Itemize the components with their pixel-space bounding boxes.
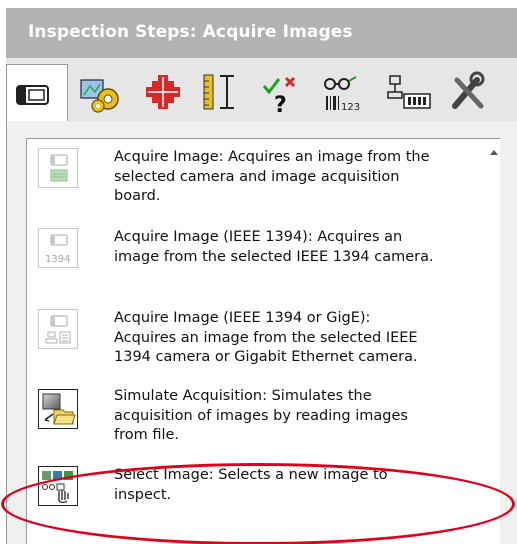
- locate-crosshair-icon: [146, 75, 180, 109]
- list-item-acquire-image[interactable]: Acquire Image: Acquires an image from th…: [38, 148, 478, 208]
- tab-measure-features[interactable]: [198, 68, 248, 118]
- step-description-line: board.: [114, 188, 161, 204]
- step-description-line: Simulate Acquisition: Simulates the: [114, 388, 372, 404]
- acquire-1394-icon: 1394: [38, 228, 78, 268]
- step-description-line: image from the selected IEEE 1394 camera…: [114, 248, 434, 265]
- acquire-gige-icon: [38, 309, 78, 349]
- icon-label-1394: 1394: [45, 254, 71, 265]
- step-description-line: selected camera and image acquisition: [114, 168, 400, 185]
- communicate-io-icon: [387, 75, 431, 109]
- identify-barcode-icon: 123: [324, 76, 360, 113]
- scroll-up-arrow[interactable]: [490, 150, 498, 155]
- step-description: Simulate Acquisition: Simulates the acqu…: [114, 387, 486, 446]
- step-description-line: 1394 camera or Gigabit Ethernet camera.: [114, 349, 418, 365]
- tools-icon: [452, 71, 485, 109]
- steps-list-scrollbar[interactable]: [484, 139, 500, 544]
- list-item-acquire-image-ieee-1394[interactable]: 1394 Acquire Image (IEEE 1394): Acquires…: [38, 228, 478, 288]
- tab-locate-features[interactable]: [138, 68, 188, 118]
- step-description-line: Acquire Image: Acquires an image from th…: [114, 149, 430, 165]
- svg-text:?: ?: [274, 93, 287, 118]
- svg-text:123: 123: [341, 102, 360, 113]
- step-description: Acquire Image (IEEE 1394): Acquires an i…: [114, 228, 486, 267]
- camera-icon: [16, 85, 49, 105]
- check-pass-fail-icon: ?: [262, 76, 296, 118]
- simulate-folder-icon: [38, 389, 78, 429]
- tab-identify-parts[interactable]: 123: [318, 68, 374, 118]
- highlight-ellipse: [1, 463, 515, 544]
- tab-acquire-images[interactable]: [6, 64, 68, 122]
- tab-process-images[interactable]: [78, 68, 128, 118]
- tab-use-additional-tools[interactable]: [384, 68, 438, 118]
- step-description: Acquire Image (IEEE 1394 or GigE): Acqui…: [114, 309, 486, 368]
- step-description-line: Acquire Image (IEEE 1394 or GigE):: [114, 310, 371, 326]
- step-description: Acquire Image: Acquires an image from th…: [114, 148, 486, 207]
- inspection-steps-palette: Inspection Steps: Acquire Images ? 123 A…: [0, 0, 517, 544]
- measure-ruler-icon: [203, 74, 234, 110]
- list-item-simulate-acquisition[interactable]: Simulate Acquisition: Simulates the acqu…: [38, 387, 478, 449]
- list-item-acquire-image-ieee-1394-or-gige[interactable]: Acquire Image (IEEE 1394 or GigE): Acqui…: [38, 309, 478, 371]
- palette-title: Inspection Steps: Acquire Images: [28, 22, 353, 42]
- acquire-image-icon: [38, 148, 78, 188]
- step-description-line: Acquires an image from the selected IEEE: [114, 329, 418, 346]
- step-description-line: from file.: [114, 427, 180, 443]
- processing-gears-icon: [80, 79, 119, 113]
- step-description-line: acquisition of images by reading images: [114, 407, 408, 424]
- tab-check-measurements[interactable]: ?: [258, 68, 308, 118]
- step-description-line: Acquire Image (IEEE 1394): Acquires an: [114, 229, 403, 245]
- tab-tools[interactable]: [447, 68, 517, 118]
